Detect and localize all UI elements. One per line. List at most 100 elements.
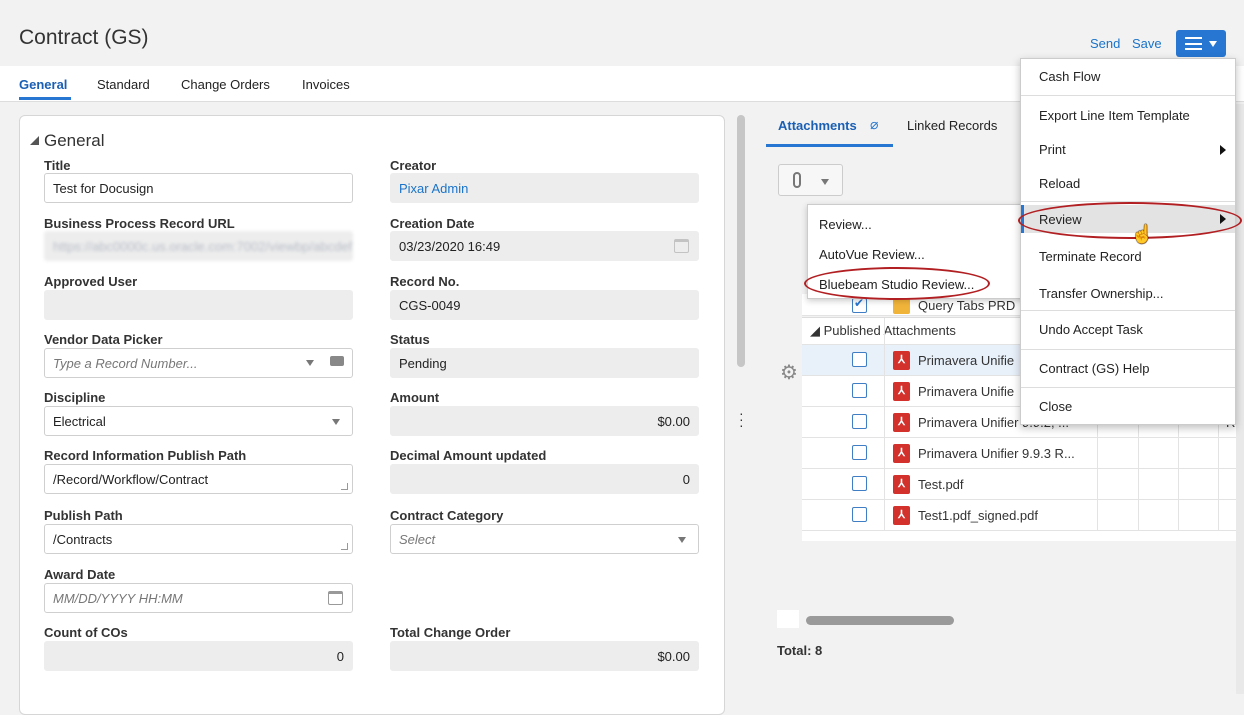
tab-linked-records[interactable]: Linked Records — [907, 118, 997, 133]
row-checkbox[interactable] — [852, 383, 867, 398]
resize-handle-icon[interactable] — [341, 543, 348, 550]
chevron-down-icon — [678, 537, 686, 543]
horizontal-scrollbar[interactable] — [806, 616, 954, 625]
vendor-dropdown-icon[interactable] — [306, 360, 314, 366]
resize-handle-icon[interactable] — [341, 483, 348, 490]
tab-general[interactable]: General — [19, 77, 67, 92]
row-checkbox[interactable] — [852, 352, 867, 367]
row-checkbox[interactable] — [852, 414, 867, 429]
publish-path-label: Publish Path — [44, 508, 123, 523]
tab-standard[interactable]: Standard — [97, 77, 150, 92]
send-link[interactable]: Send — [1090, 36, 1120, 51]
calendar-icon[interactable] — [328, 591, 343, 605]
tab-change-orders[interactable]: Change Orders — [181, 77, 270, 92]
menu-item-transfer-ownership[interactable]: Transfer Ownership... — [1021, 286, 1235, 301]
column-divider — [1218, 500, 1219, 531]
table-row[interactable]: ⅄ Test.pdf — [802, 469, 1244, 500]
menu-item-autovue-review[interactable]: AutoVue Review... — [819, 247, 925, 262]
attach-menu-button[interactable] — [778, 164, 843, 196]
menu-item-undo-accept[interactable]: Undo Accept Task — [1021, 322, 1235, 337]
column-divider — [1097, 500, 1098, 531]
column-divider — [1178, 469, 1179, 500]
creator-link[interactable]: Pixar Admin — [390, 173, 699, 203]
menu-item-bluebeam-review[interactable]: Bluebeam Studio Review... — [819, 277, 974, 292]
file-name[interactable]: Primavera Unifie — [918, 353, 1014, 368]
menu-item-close[interactable]: Close — [1021, 399, 1235, 414]
approved-user-field — [44, 290, 353, 320]
menu-item-review[interactable]: Review — [1021, 205, 1235, 233]
file-name[interactable]: Query Tabs PRD — [918, 298, 1015, 313]
row-checkbox[interactable] — [852, 296, 867, 313]
contract-category-select[interactable]: Select — [390, 524, 699, 554]
record-picker-icon[interactable] — [330, 356, 344, 366]
file-name[interactable]: Test.pdf — [918, 477, 964, 492]
hand-cursor-icon: ☝ — [1131, 224, 1154, 244]
row-checkbox[interactable] — [852, 476, 867, 491]
paperclip-icon — [793, 172, 801, 188]
pdf-icon: ⅄ — [893, 413, 910, 432]
discipline-select[interactable]: Electrical — [44, 406, 353, 436]
table-row[interactable]: ⅄ Test1.pdf_signed.pdf — [802, 500, 1244, 531]
approved-user-label: Approved User — [44, 274, 138, 289]
decimal-amount-label: Decimal Amount updated — [390, 448, 547, 463]
row-checkbox[interactable] — [852, 507, 867, 522]
pdf-icon: ⅄ — [893, 351, 910, 370]
file-name[interactable]: Test1.pdf_signed.pdf — [918, 508, 1038, 523]
publish-path-textarea[interactable]: /Contracts — [44, 524, 353, 554]
contract-category-placeholder: Select — [399, 532, 436, 547]
publish-path-info-textarea[interactable]: /Record/Workflow/Contract — [44, 464, 353, 494]
group-label: Published Attachments — [823, 323, 956, 338]
menu-item-review[interactable]: Review... — [819, 217, 872, 232]
table-row[interactable]: ⅄ Primavera Unifier 9.9.3 R... — [802, 438, 1244, 469]
file-name[interactable]: Primavera Unifie — [918, 384, 1014, 399]
menu-separator — [1021, 201, 1235, 202]
menu-item-export-template[interactable]: Export Line Item Template — [1021, 108, 1235, 123]
total-count: Total: 8 — [777, 643, 823, 658]
pdf-icon: ⅄ — [893, 475, 910, 494]
title-input[interactable]: Test for Docusign — [44, 173, 353, 203]
bp-url-label: Business Process Record URL — [44, 216, 235, 231]
contract-category-label: Contract Category — [390, 508, 504, 523]
discipline-value: Electrical — [53, 414, 106, 429]
chevron-down-icon — [821, 179, 829, 185]
file-name[interactable]: Primavera Unifier 9.9.3 R... — [918, 446, 1075, 461]
column-divider — [1138, 438, 1139, 469]
creation-date-field: 03/23/2020 16:49 — [390, 231, 699, 261]
count-cos-label: Count of COs — [44, 625, 128, 640]
panel-scrollbar[interactable] — [737, 115, 745, 367]
column-divider — [1218, 469, 1219, 500]
pdf-icon: ⅄ — [893, 382, 910, 401]
menu-item-terminate[interactable]: Terminate Record — [1021, 249, 1235, 264]
menu-item-reload[interactable]: Reload — [1021, 176, 1235, 191]
chevron-down-icon — [1209, 40, 1217, 47]
column-divider — [1138, 500, 1139, 531]
section-title: General — [44, 131, 105, 150]
title-label: Title — [44, 158, 71, 173]
tab-attachments[interactable]: Attachments — [778, 118, 857, 133]
row-checkbox[interactable] — [852, 445, 867, 460]
save-link[interactable]: Save — [1132, 36, 1162, 51]
award-date-input[interactable]: MM/DD/YYYY HH:MM — [44, 583, 353, 613]
section-header[interactable]: General — [30, 131, 104, 151]
actions-menu-button[interactable] — [1176, 30, 1226, 57]
menu-item-cash-flow[interactable]: Cash Flow — [1021, 69, 1235, 84]
bp-url-field: https://abc0000c.us.oracle.com:7002/view… — [44, 231, 353, 261]
menu-item-print[interactable]: Print — [1021, 142, 1235, 157]
record-no-field: CGS-0049 — [390, 290, 699, 320]
status-field: Pending — [390, 348, 699, 378]
creation-date-value: 03/23/2020 16:49 — [399, 239, 501, 254]
status-label: Status — [390, 332, 430, 347]
record-no-label: Record No. — [390, 274, 460, 289]
menu-item-help[interactable]: Contract (GS) Help — [1021, 361, 1235, 376]
pdf-icon: ⅄ — [893, 506, 910, 525]
hamburger-icon — [1185, 37, 1202, 50]
menu-item-label: Review — [1039, 212, 1082, 227]
menu-separator — [1021, 310, 1235, 311]
amount-field: $0.00 — [390, 406, 699, 436]
panel-edge — [1236, 104, 1244, 694]
splitter-handle-icon[interactable]: · · · — [739, 406, 744, 432]
scroll-left-button[interactable] — [777, 610, 799, 628]
gear-icon[interactable]: ⚙ — [780, 360, 798, 385]
column-divider — [1178, 500, 1179, 531]
tab-invoices[interactable]: Invoices — [302, 77, 350, 92]
